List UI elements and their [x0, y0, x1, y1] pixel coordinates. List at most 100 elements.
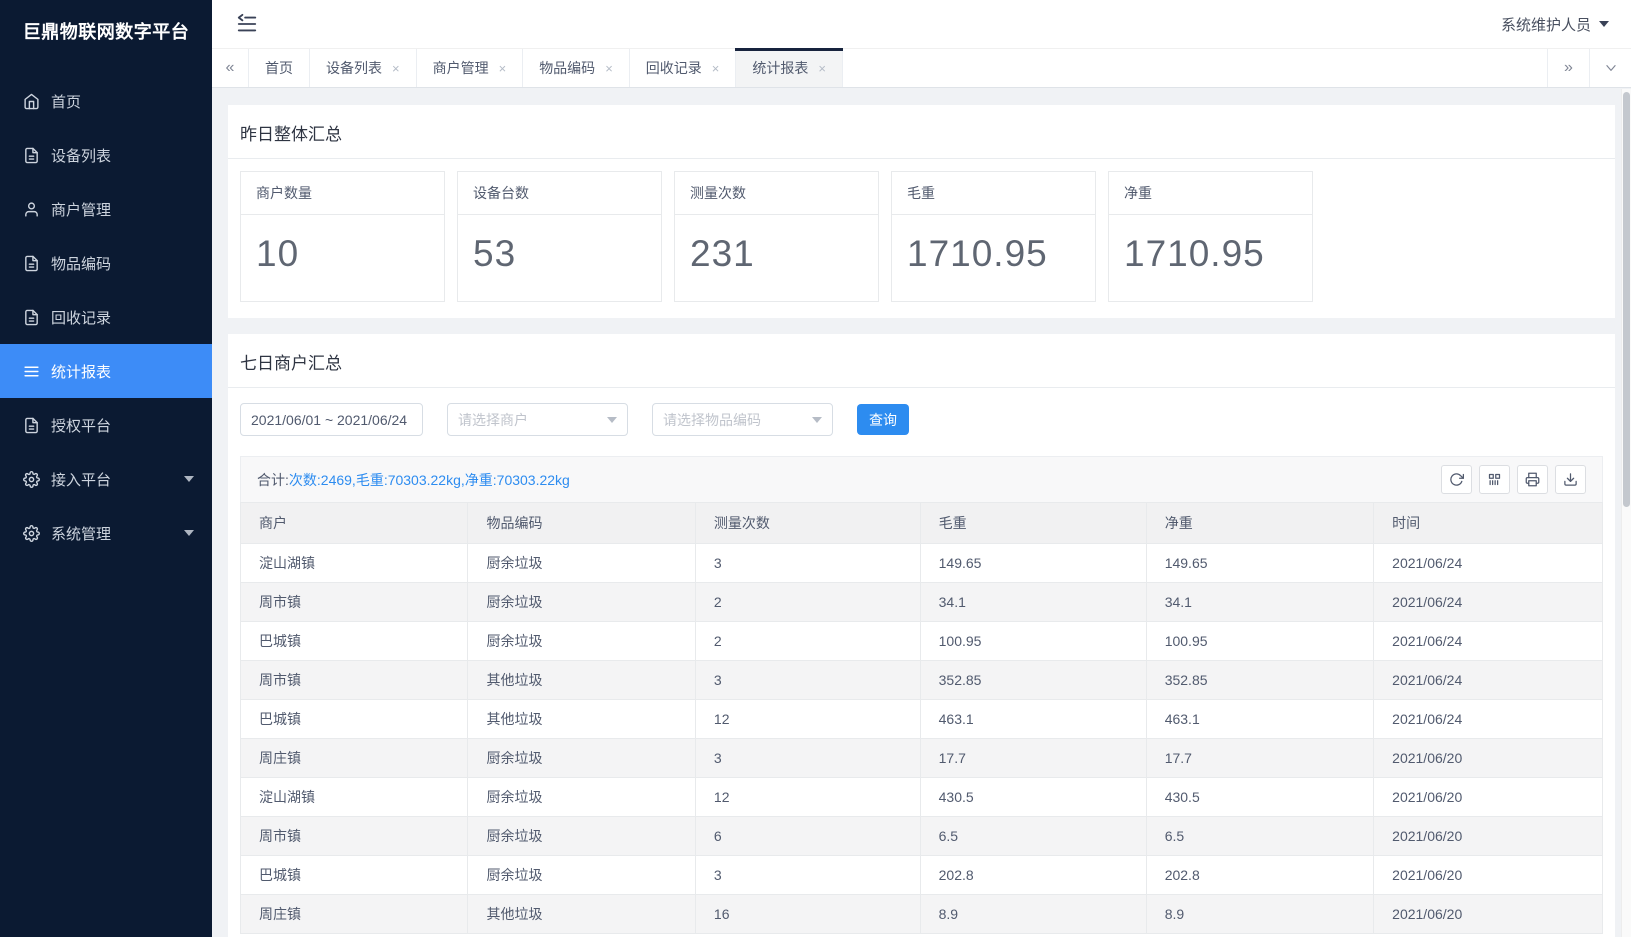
sidebar-item-物品编码[interactable]: 物品编码: [0, 236, 212, 290]
item-code-select[interactable]: 请选择物品编码: [652, 403, 833, 436]
weekly-report-title: 七日商户汇总: [228, 334, 1615, 388]
sidebar-item-label: 回收记录: [51, 307, 111, 328]
grid-tool-icons: [1441, 465, 1586, 494]
sidebar-item-接入平台[interactable]: 接入平台: [0, 452, 212, 506]
weekly-report-panel: 七日商户汇总 2021/06/01 ~ 2021/06/24 请选择商户 请选择…: [228, 334, 1615, 937]
tabs-dropdown-button[interactable]: [1589, 49, 1631, 87]
table-cell: 淀山湖镇: [241, 544, 468, 583]
sidebar-item-label: 商户管理: [51, 199, 111, 220]
table-row: 淀山湖镇厨余垃圾3149.65149.652021/06/24: [241, 544, 1603, 583]
content-area: 昨日整体汇总 商户数量10设备台数53测量次数231毛重1710.95净重171…: [212, 89, 1631, 937]
sidebar-collapse-icon[interactable]: [236, 13, 258, 35]
sidebar-item-系统管理[interactable]: 系统管理: [0, 506, 212, 560]
tabs-scroll-left-button[interactable]: «: [212, 49, 248, 87]
tab-商户管理[interactable]: 商户管理 ×: [417, 49, 524, 87]
totals-summary: 合计:次数:2469,毛重:70303.22kg,净重:70303.22kg: [257, 470, 570, 490]
sidebar-item-统计报表[interactable]: 统计报表: [0, 344, 212, 398]
menu-icon: [23, 363, 40, 380]
columns-icon: [1487, 472, 1502, 487]
refresh-button[interactable]: [1441, 465, 1472, 494]
sidebar-item-授权平台[interactable]: 授权平台: [0, 398, 212, 452]
sidebar-item-商户管理[interactable]: 商户管理: [0, 182, 212, 236]
date-range-value: 2021/06/01 ~ 2021/06/24: [251, 412, 407, 428]
tab-统计报表[interactable]: 统计报表 ×: [736, 49, 843, 87]
user-icon: [23, 201, 40, 218]
table-cell: 2021/06/24: [1374, 661, 1603, 700]
table-cell: 100.95: [920, 622, 1146, 661]
tab-label: 设备列表: [326, 58, 382, 78]
tab-label: 商户管理: [433, 58, 489, 78]
table-row: 周市镇厨余垃圾234.134.12021/06/24: [241, 583, 1603, 622]
tab-回收记录[interactable]: 回收记录 ×: [630, 49, 737, 87]
tab-首页[interactable]: 首页: [248, 49, 310, 87]
yesterday-summary-panel: 昨日整体汇总 商户数量10设备台数53测量次数231毛重1710.95净重171…: [228, 105, 1615, 318]
table-cell: 2021/06/20: [1374, 778, 1603, 817]
sidebar: 巨鼎物联网数字平台 首页设备列表商户管理物品编码回收记录统计报表授权平台接入平台…: [0, 0, 212, 937]
card-value: 231: [675, 215, 878, 301]
scrollbar-thumb[interactable]: [1623, 92, 1630, 507]
search-button[interactable]: 查询: [857, 404, 909, 435]
summary-card-毛重: 毛重1710.95: [891, 171, 1096, 302]
gear-icon: [23, 471, 40, 488]
sidebar-item-label: 设备列表: [51, 145, 111, 166]
tab-bar: « 首页设备列表×商户管理×物品编码×回收记录×统计报表× »: [212, 48, 1631, 88]
close-icon[interactable]: ×: [818, 61, 826, 76]
user-caret-icon: [1599, 21, 1609, 27]
sidebar-item-label: 统计报表: [51, 361, 111, 382]
table-cell: 2: [695, 622, 920, 661]
table-cell: 3: [695, 544, 920, 583]
table-cell: 2021/06/20: [1374, 856, 1603, 895]
tabs-scroll-right-button[interactable]: »: [1547, 49, 1589, 87]
summary-cards: 商户数量10设备台数53测量次数231毛重1710.95净重1710.95: [228, 159, 1615, 318]
table-cell: 463.1: [920, 700, 1146, 739]
close-icon[interactable]: ×: [712, 61, 720, 76]
print-button[interactable]: [1517, 465, 1548, 494]
export-button[interactable]: [1555, 465, 1586, 494]
close-icon[interactable]: ×: [605, 61, 613, 76]
tab-设备列表[interactable]: 设备列表 ×: [310, 49, 417, 87]
card-label: 净重: [1109, 172, 1312, 215]
table-cell: 2021/06/24: [1374, 544, 1603, 583]
date-range-input[interactable]: 2021/06/01 ~ 2021/06/24: [240, 403, 423, 436]
close-icon[interactable]: ×: [499, 61, 507, 76]
tab-label: 回收记录: [646, 58, 702, 78]
table-cell: 3: [695, 739, 920, 778]
document-icon: [23, 417, 40, 434]
table-cell: 厨余垃圾: [468, 544, 695, 583]
table-cell: 6.5: [920, 817, 1146, 856]
summary-card-设备台数: 设备台数53: [457, 171, 662, 302]
top-header: 系统维护人员: [212, 0, 1631, 48]
table-cell: 2021/06/24: [1374, 583, 1603, 622]
table-row: 周庄镇厨余垃圾317.717.72021/06/20: [241, 739, 1603, 778]
export-icon: [1563, 472, 1578, 487]
table-cell: 3: [695, 856, 920, 895]
sidebar-item-首页[interactable]: 首页: [0, 74, 212, 128]
card-label: 设备台数: [458, 172, 661, 215]
user-menu[interactable]: 系统维护人员: [1501, 14, 1609, 35]
table-cell: 2: [695, 583, 920, 622]
table-row: 巴城镇其他垃圾12463.1463.12021/06/24: [241, 700, 1603, 739]
table-cell: 厨余垃圾: [468, 856, 695, 895]
card-label: 商户数量: [241, 172, 444, 215]
card-label: 毛重: [892, 172, 1095, 215]
close-icon[interactable]: ×: [392, 61, 400, 76]
table-cell: 周市镇: [241, 817, 468, 856]
table-cell: 430.5: [920, 778, 1146, 817]
tab-label: 统计报表: [752, 58, 808, 78]
table-row: 巴城镇厨余垃圾2100.95100.952021/06/24: [241, 622, 1603, 661]
table-cell: 2021/06/24: [1374, 700, 1603, 739]
table-cell: 149.65: [920, 544, 1146, 583]
refresh-icon: [1449, 472, 1464, 487]
table-cell: 2021/06/24: [1374, 622, 1603, 661]
table-row: 巴城镇厨余垃圾3202.8202.82021/06/20: [241, 856, 1603, 895]
sidebar-item-设备列表[interactable]: 设备列表: [0, 128, 212, 182]
sidebar-item-回收记录[interactable]: 回收记录: [0, 290, 212, 344]
table-cell: 8.9: [1146, 895, 1373, 934]
document-icon: [23, 309, 40, 326]
tab-物品编码[interactable]: 物品编码×: [523, 49, 630, 87]
table-cell: 6: [695, 817, 920, 856]
merchant-select[interactable]: 请选择商户: [447, 403, 628, 436]
column-header-商户: 商户: [241, 503, 468, 544]
card-value: 53: [458, 215, 661, 301]
columns-button[interactable]: [1479, 465, 1510, 494]
